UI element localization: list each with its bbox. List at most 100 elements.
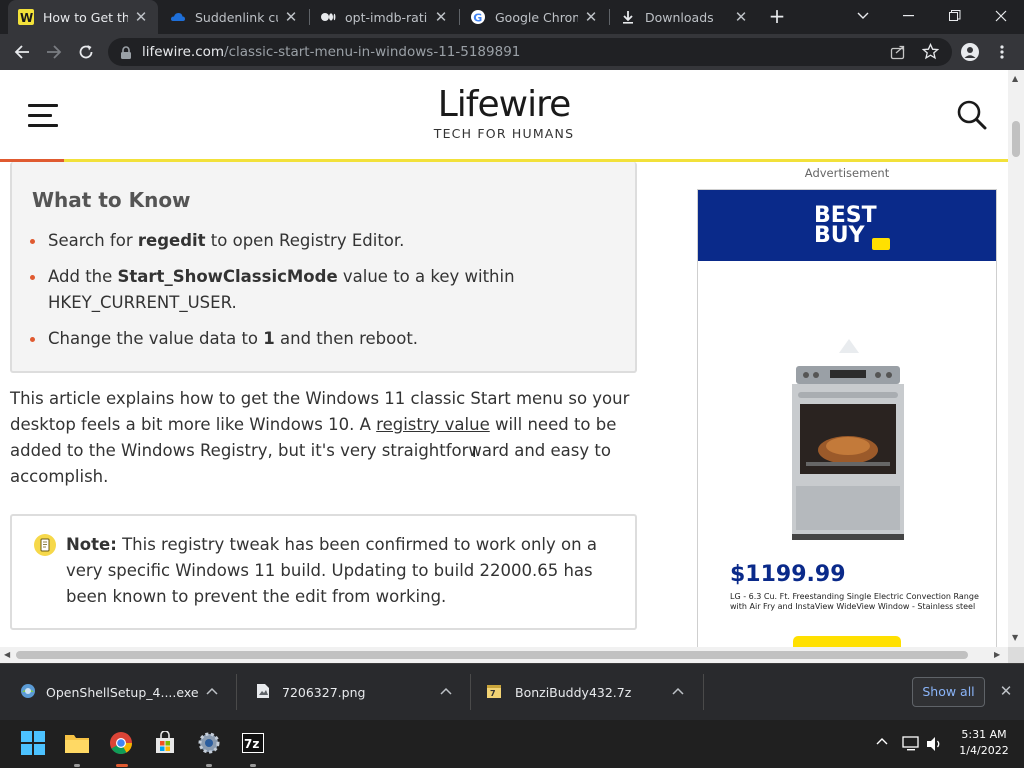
note-callout: Note: This registry tweak has been confi…: [10, 514, 637, 630]
download-separator: [236, 674, 237, 710]
windows-taskbar: 7z 5:31 AM 1/4/2022: [0, 720, 1024, 768]
scroll-up-arrow-icon[interactable]: ▲: [1012, 74, 1018, 83]
tab-title: Downloads: [645, 9, 714, 25]
close-shelf-icon[interactable]: ✕: [997, 682, 1015, 700]
close-window-button[interactable]: [978, 0, 1024, 32]
back-arrow-icon: [14, 45, 29, 59]
scroll-down-arrow-icon[interactable]: ▼: [1012, 633, 1018, 642]
new-tab-button[interactable]: +: [765, 5, 789, 29]
network-icon[interactable]: [902, 736, 920, 756]
profile-avatar-icon[interactable]: [958, 40, 982, 64]
ad-price: $1199.99: [730, 562, 846, 587]
tab-imdb[interactable]: opt-imdb-ratings ✕: [310, 0, 458, 34]
tray-overflow-chevron-icon[interactable]: [876, 734, 888, 749]
site-header: Lifewire TECH FOR HUMANS: [0, 70, 1008, 162]
download-icon: [620, 9, 636, 25]
address-bar[interactable]: lifewire.com/classic-start-menu-in-windo…: [108, 38, 952, 66]
scroll-right-arrow-icon[interactable]: ▶: [994, 650, 1000, 659]
medium-favicon: [320, 9, 336, 25]
chevron-up-icon[interactable]: [440, 684, 454, 698]
tab-title: Google Chrome: [495, 9, 578, 25]
kebab-menu-icon[interactable]: [990, 40, 1014, 64]
electric-range-image: [792, 366, 904, 540]
download-filename: BonziBuddy432.7z: [515, 685, 632, 700]
note-icon: [34, 534, 56, 556]
file-explorer-icon[interactable]: [62, 728, 92, 758]
horizontal-scrollbar[interactable]: ◀ ▶: [0, 647, 1008, 663]
close-icon[interactable]: ✕: [584, 8, 598, 26]
windows-start-icon[interactable]: [18, 728, 48, 758]
vertical-scroll-thumb[interactable]: [1012, 121, 1020, 157]
image-file-icon: [256, 683, 270, 703]
taskbar-clock[interactable]: 5:31 AM 1/4/2022: [952, 727, 1016, 759]
browser-toolbar: lifewire.com/classic-start-menu-in-windo…: [0, 34, 1024, 70]
horizontal-scroll-thumb[interactable]: [16, 651, 968, 659]
bullet-text: to open Registry Editor.: [205, 231, 405, 250]
registry-value-link[interactable]: registry value: [376, 415, 490, 434]
tab-downloads[interactable]: Downloads ✕: [610, 0, 758, 34]
bullet-bold: Start_ShowClassicMode: [117, 267, 338, 286]
vertical-scrollbar[interactable]: ▲ ▼: [1008, 70, 1024, 647]
carousel-up-arrow-icon[interactable]: [838, 338, 860, 354]
close-icon[interactable]: ✕: [734, 8, 748, 26]
download-item[interactable]: OpenShellSetup_4....exe: [20, 664, 234, 721]
advertisement[interactable]: BEST BUY $1199.99 LG - 6.3 Cu. Ft. Freest…: [697, 189, 997, 647]
bullet-text: Change the value data to: [48, 329, 264, 348]
ad-brand-header: BEST BUY: [698, 190, 996, 261]
url-text: lifewire.com/classic-start-menu-in-windo…: [142, 44, 520, 60]
tab-google-chrome[interactable]: G Google Chrome ✕: [460, 0, 608, 34]
running-indicator: [250, 764, 256, 767]
chevron-up-icon[interactable]: [672, 684, 686, 698]
minimize-button[interactable]: [886, 0, 932, 32]
tab-title: Suddenlink customer: [195, 9, 278, 25]
best-buy-logo: BEST BUY: [814, 205, 877, 247]
article-intro: This article explains how to get the Win…: [10, 386, 630, 490]
close-icon[interactable]: ✕: [284, 8, 298, 26]
volume-icon[interactable]: [926, 736, 944, 756]
tab-lifewire[interactable]: W How to Get the Classic Start Menu in W…: [8, 0, 158, 34]
what-to-know-box: What to Know Search for regedit to open …: [10, 162, 637, 373]
forward-button[interactable]: [42, 40, 66, 64]
logo-tagline: TECH FOR HUMANS: [433, 126, 575, 141]
google-favicon: G: [470, 9, 486, 25]
note-body: This registry tweak has been confirmed t…: [66, 535, 597, 606]
list-item: Add the Start_ShowClassicMode value to a…: [30, 264, 620, 316]
chevron-up-icon[interactable]: [206, 684, 220, 698]
7zip-icon[interactable]: 7z: [238, 728, 268, 758]
show-all-downloads-button[interactable]: Show all: [912, 677, 985, 707]
share-icon[interactable]: [890, 44, 906, 64]
reload-button[interactable]: [74, 40, 98, 64]
close-icon[interactable]: ✕: [134, 8, 148, 26]
bullet-text: and then reboot.: [274, 329, 419, 348]
lock-icon[interactable]: [120, 45, 132, 64]
url-path: /classic-start-menu-in-windows-11-518989…: [224, 44, 521, 60]
ad-shop-button[interactable]: [793, 636, 901, 647]
tab-suddenlink[interactable]: Suddenlink customer ✕: [160, 0, 308, 34]
restore-button[interactable]: [932, 0, 978, 32]
site-logo[interactable]: Lifewire TECH FOR HUMANS: [0, 84, 1008, 142]
browser-tab-strip: W How to Get the Classic Start Menu in W…: [0, 0, 1024, 34]
site-search-icon[interactable]: [954, 98, 990, 134]
close-icon[interactable]: ✕: [434, 8, 448, 26]
running-indicator: [206, 764, 212, 767]
list-item: Change the value data to 1 and then rebo…: [30, 326, 620, 352]
clock-time: 5:31 AM: [961, 728, 1007, 741]
text-cursor-icon: I: [472, 443, 477, 461]
running-indicator: [74, 764, 80, 767]
active-indicator: [116, 764, 128, 767]
bookmark-star-icon[interactable]: [921, 42, 940, 64]
tab-title: How to Get the Classic Start Menu in Win…: [43, 9, 128, 25]
bullet-dot: [30, 275, 35, 280]
lifewire-favicon: W: [18, 9, 34, 25]
download-item[interactable]: 7206327.png: [256, 664, 468, 721]
scroll-left-arrow-icon[interactable]: ◀: [4, 650, 10, 659]
bullet-text: Add the: [48, 267, 118, 286]
chrome-icon[interactable]: [106, 728, 136, 758]
back-button[interactable]: [10, 40, 34, 64]
tab-search-chevron-icon[interactable]: [840, 0, 886, 32]
settings-gear-icon[interactable]: [194, 728, 224, 758]
bullet-bold: regedit: [137, 231, 206, 250]
download-item[interactable]: 7 BonziBuddy432.7z: [486, 664, 700, 721]
microsoft-store-icon[interactable]: [150, 728, 180, 758]
list-item: Search for regedit to open Registry Edit…: [30, 228, 620, 254]
